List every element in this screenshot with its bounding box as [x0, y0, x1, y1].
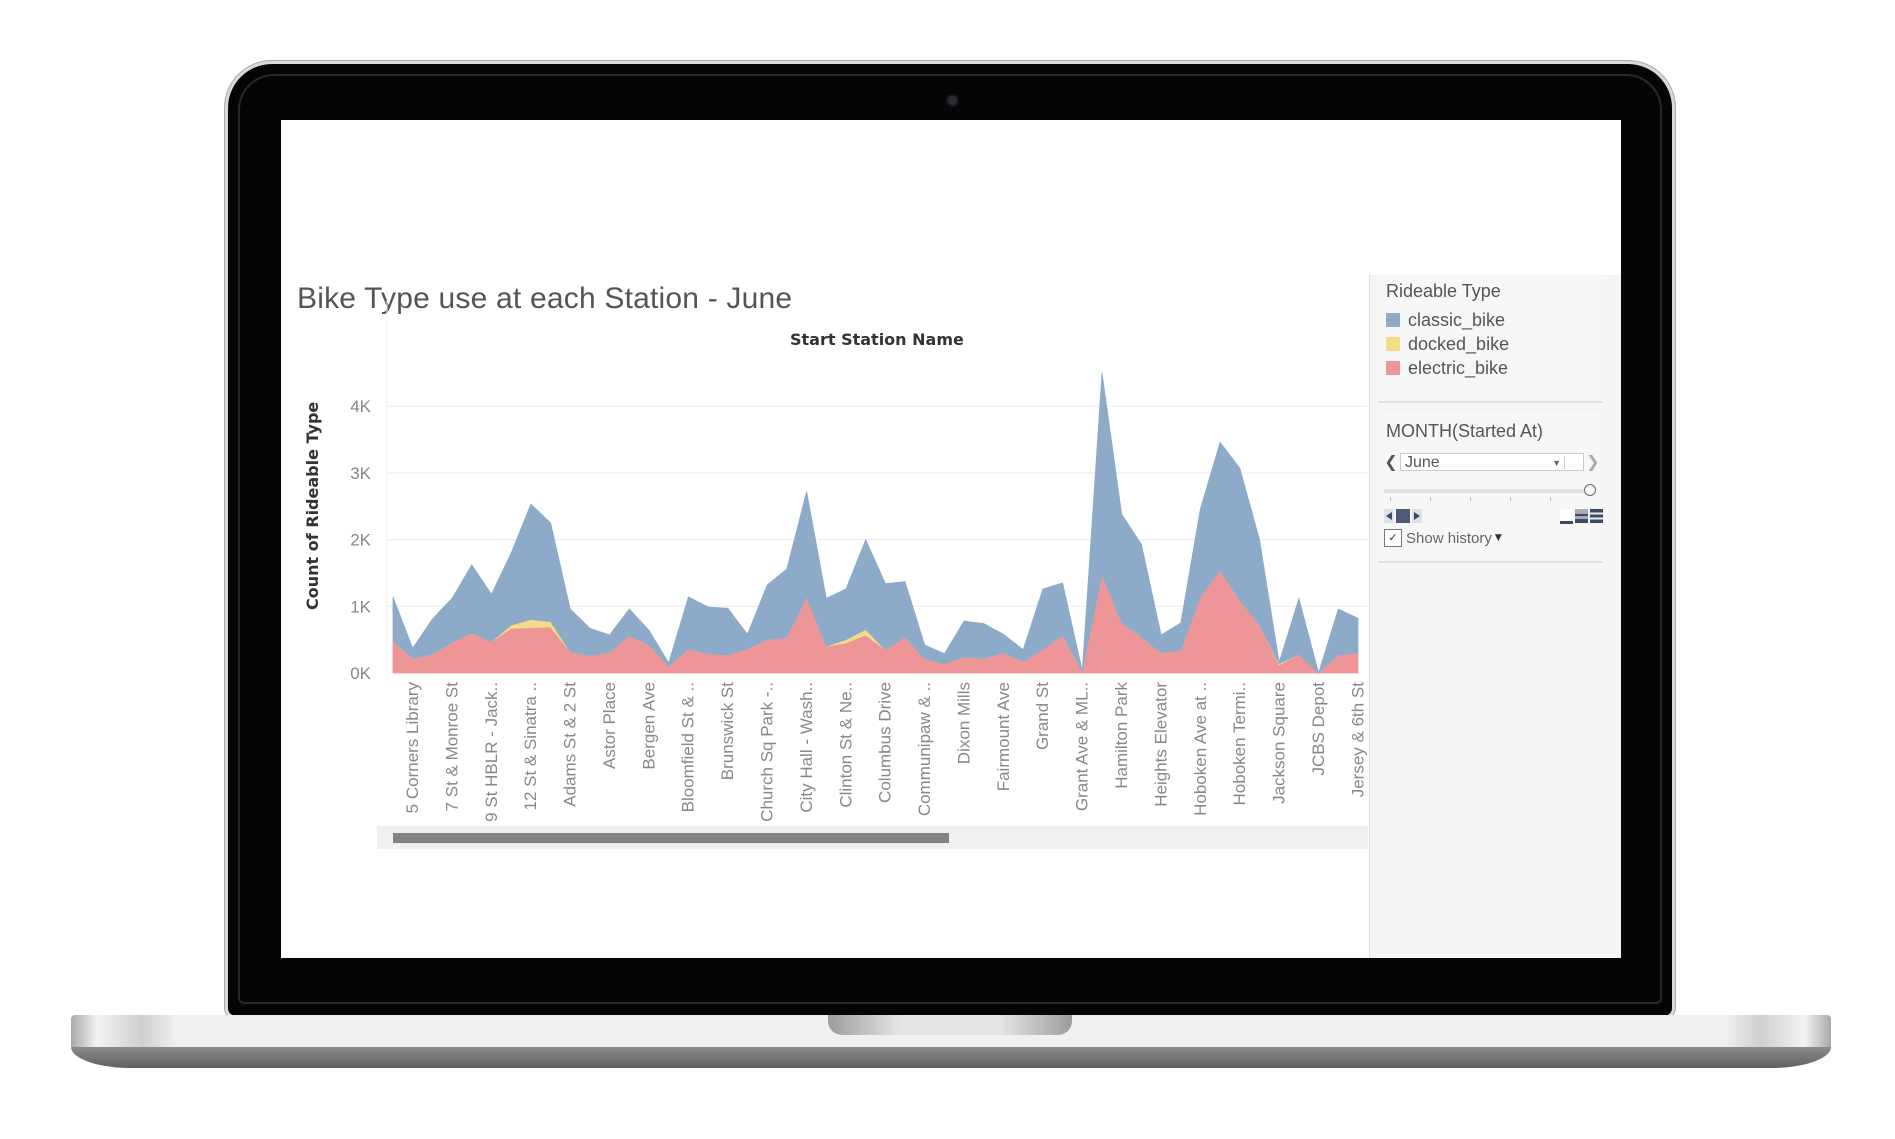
x-tick-label: Brunswick St: [718, 682, 737, 781]
month-filter: MONTH(Started At) ❮ June ▼ ❯ ✓ Show hist…: [1378, 411, 1603, 563]
x-tick-label: Astor Place: [600, 682, 619, 769]
legend-item-classic-bike[interactable]: classic_bike: [1386, 309, 1505, 331]
legend-item-electric-bike[interactable]: electric_bike: [1386, 357, 1508, 379]
area-chart[interactable]: 0K 1K 2K 3K 4K 5 Corners Library 7 St & Monroe…: [281, 120, 1369, 830]
slider-ticks: [1384, 497, 1588, 501]
base-bottom: [71, 1047, 1831, 1068]
x-tick-label: Adams St & 2 St: [561, 682, 580, 807]
x-tick-label: 7 St & Monroe St: [442, 682, 461, 812]
speed-fast-button[interactable]: [1590, 509, 1603, 523]
show-history: ✓ Show history ▼: [1384, 529, 1502, 547]
laptop-notch: [828, 1015, 1072, 1035]
x-tick-label: Fairmount Ave: [994, 682, 1013, 791]
step-forward-button[interactable]: [1412, 509, 1422, 523]
y-tick-label: 2K: [350, 531, 371, 550]
step-back-icon: [1386, 512, 1392, 520]
caret-down-icon: ▼: [1552, 458, 1561, 468]
step-back-button[interactable]: [1384, 509, 1394, 523]
x-tick-label: Grand St: [1033, 682, 1052, 750]
filter-title: MONTH(Started At): [1386, 421, 1544, 441]
x-tick-label: 9 St HBLR - Jack..: [482, 682, 501, 822]
x-tick-label: Grant Ave & ML..: [1073, 682, 1092, 811]
show-history-label[interactable]: Show history: [1406, 530, 1492, 547]
x-tick-label: Hamilton Park: [1112, 682, 1131, 789]
select-divider: [1564, 456, 1565, 469]
x-tick-label: Hoboken Ave at ..: [1191, 682, 1210, 816]
speed-slow-button[interactable]: [1560, 509, 1573, 524]
x-tick-label: Bergen Ave: [639, 682, 658, 770]
playback-controls: [1384, 509, 1422, 523]
x-tick-label: Church Sq Park -..: [758, 682, 777, 822]
scrollbar-thumb[interactable]: [393, 833, 950, 843]
x-tick-label: Dixon Mills: [954, 682, 973, 764]
legend-item-docked-bike[interactable]: docked_bike: [1386, 333, 1509, 355]
speed-medium-button[interactable]: [1575, 509, 1588, 523]
y-tick-label: 1K: [350, 597, 371, 616]
horizontal-scrollbar[interactable]: [377, 826, 1368, 849]
screen: Bike Type use at each Station - June Sta…: [281, 120, 1621, 958]
legend-swatch: [1386, 361, 1400, 375]
right-panel: Rideable Type classic_bike docked_bike e…: [1369, 275, 1621, 958]
x-tick-label: Hoboken Termi..: [1230, 682, 1249, 805]
legend-swatch: [1386, 337, 1400, 351]
x-tick-label: Communipaw & ..: [915, 682, 934, 816]
chevron-left-icon[interactable]: ❮: [1384, 453, 1398, 471]
x-tick-label: 12 St & Sinatra ..: [521, 682, 540, 811]
step-forward-icon: [1414, 512, 1420, 520]
x-tick-label: Columbus Drive: [876, 682, 895, 803]
y-tick-label: 0K: [350, 664, 371, 683]
x-tick-label: Jersey & 6th St: [1348, 682, 1367, 798]
legend-title: Rideable Type: [1386, 281, 1501, 301]
month-select[interactable]: June ▼: [1400, 453, 1584, 471]
month-slider-track[interactable]: [1384, 489, 1588, 493]
legend-label: electric_bike: [1408, 357, 1509, 378]
month-slider-thumb[interactable]: [1584, 484, 1596, 496]
chevron-right-icon[interactable]: ❯: [1586, 453, 1600, 471]
show-history-checkbox[interactable]: ✓: [1384, 529, 1402, 547]
camera-icon: [946, 94, 959, 107]
x-tick-label: City Hall - Wash..: [797, 682, 816, 813]
stop-button[interactable]: [1396, 509, 1410, 523]
x-tick-label: Jackson Square: [1270, 682, 1289, 804]
x-tick-label: Bloomfield St & ..: [679, 682, 698, 812]
legend-label: docked_bike: [1408, 333, 1510, 354]
legend-label: classic_bike: [1408, 309, 1506, 330]
x-tick-label: Heights Elevator: [1151, 682, 1170, 807]
x-tick-label: Clinton St & Ne..: [836, 682, 855, 808]
legend: Rideable Type classic_bike docked_bike e…: [1378, 275, 1602, 403]
y-tick-label: 4K: [350, 397, 371, 416]
speed-controls: [1560, 509, 1603, 524]
x-tick-label: 5 Corners Library: [403, 682, 422, 814]
legend-swatch: [1386, 313, 1400, 327]
y-tick-label: 3K: [350, 464, 371, 483]
caret-down-icon[interactable]: ▼: [1495, 533, 1502, 543]
month-select-value: June: [1405, 454, 1440, 471]
x-tick-label: JCBS Depot: [1309, 682, 1328, 776]
